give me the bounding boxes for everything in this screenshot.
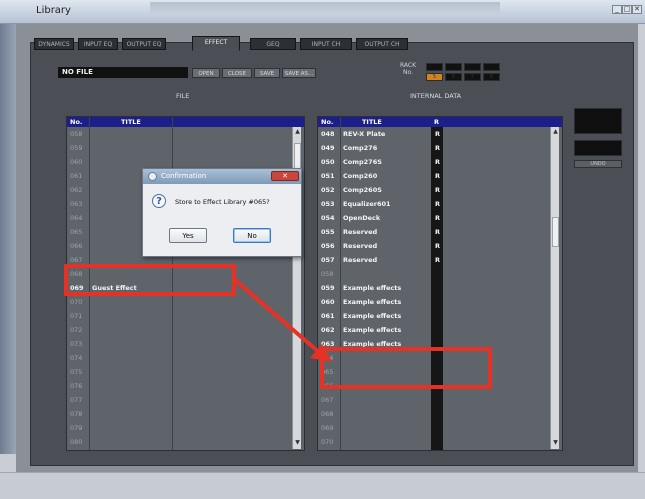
arrow-shaft — [233, 278, 322, 355]
red-arrow-icon — [233, 278, 332, 362]
